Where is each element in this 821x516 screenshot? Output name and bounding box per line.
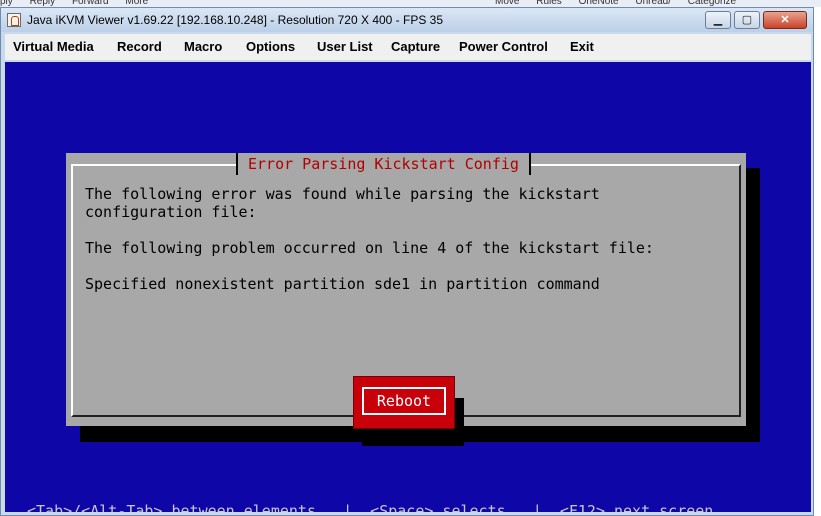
bg-toolbar-text: ply <box>0 0 13 7</box>
ikvm-viewer-window: Java iKVM Viewer v1.69.22 [192.168.10.24… <box>0 7 814 516</box>
java-app-icon <box>7 13 21 27</box>
menu-power-control[interactable]: Power Control <box>459 39 548 54</box>
menu-macro[interactable]: Macro <box>184 39 222 54</box>
dialog-shadow <box>744 168 760 442</box>
menu-exit[interactable]: Exit <box>570 39 594 54</box>
menu-record[interactable]: Record <box>117 39 162 54</box>
background-outlook-toolbar: ply Reply Forward More Move Rules OneNot… <box>0 0 821 7</box>
bg-toolbar-text: Move <box>494 0 520 7</box>
menu-bar: Virtual Media Record Macro Options User … <box>5 34 811 60</box>
error-message-line: The following problem occurred on line 4… <box>85 239 654 257</box>
remote-console-screen[interactable]: Error Parsing Kickstart Config The follo… <box>5 62 811 512</box>
menu-options[interactable]: Options <box>246 39 295 54</box>
close-button[interactable]: ✕ <box>763 11 807 29</box>
reboot-button[interactable]: Reboot <box>353 376 455 429</box>
maximize-button[interactable]: ▢ <box>734 11 760 29</box>
bg-toolbar-text: Categorize <box>687 0 737 7</box>
bg-toolbar-text: Unread/ <box>635 0 671 7</box>
bg-toolbar-text: OneNote <box>578 0 619 7</box>
menu-virtual-media[interactable]: Virtual Media <box>13 39 94 54</box>
dialog-title: Error Parsing Kickstart Config <box>236 153 531 175</box>
help-status-line: <Tab>/<Alt-Tab> between elements | <Spac… <box>27 502 714 512</box>
minimize-button[interactable]: ▁ <box>705 11 731 29</box>
menu-user-list[interactable]: User List <box>317 39 373 54</box>
bg-toolbar-text: More <box>125 0 149 7</box>
bg-toolbar-text: Reply <box>29 0 56 7</box>
close-icon: ✕ <box>780 14 790 26</box>
reboot-button-label: Reboot <box>362 387 446 415</box>
maximize-icon: ▢ <box>741 14 753 26</box>
minimize-icon: ▁ <box>713 14 723 26</box>
error-detail-line: Specified nonexistent partition sde1 in … <box>85 275 600 293</box>
menu-capture[interactable]: Capture <box>391 39 440 54</box>
bg-toolbar-text: Forward <box>71 0 109 7</box>
window-title: Java iKVM Viewer v1.69.22 [192.168.10.24… <box>27 13 444 27</box>
title-bar[interactable]: Java iKVM Viewer v1.69.22 [192.168.10.24… <box>1 8 813 32</box>
error-message-line: The following error was found while pars… <box>85 185 600 203</box>
bg-toolbar-text: Rules <box>536 0 562 7</box>
error-message-line: configuration file: <box>85 203 257 221</box>
